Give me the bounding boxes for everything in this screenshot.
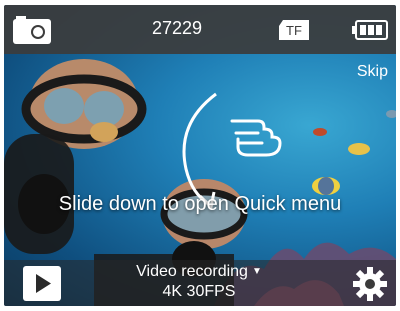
swipe-down-hand-icon: [230, 119, 282, 157]
quick-menu-hint: Slide down to open Quick menu: [58, 193, 342, 215]
photo-count: 27229: [151, 18, 203, 38]
tf-card-label: TF: [286, 23, 302, 38]
mode-name: Video recording: [136, 263, 248, 280]
gear-icon[interactable]: [352, 266, 388, 302]
play-icon: [36, 274, 51, 293]
battery-full-icon: [352, 20, 388, 40]
caret-down-icon: ▼: [251, 266, 262, 277]
mode-resolution: 4K 30FPS: [162, 283, 236, 300]
photo-mode-icon[interactable]: [12, 15, 52, 45]
status-bar: 27229 TF: [4, 5, 396, 54]
playback-button[interactable]: [23, 266, 61, 301]
tf-card-icon: TF: [279, 20, 309, 40]
mode-selector[interactable]: Video recording ▼ 4K 30FPS: [114, 262, 284, 302]
skip-button[interactable]: Skip: [357, 63, 388, 81]
camera-screen: 27229 TF Skip Slide down to open Quick m…: [4, 5, 396, 306]
bottom-bar: Video recording ▼ 4K 30FPS: [4, 260, 396, 306]
